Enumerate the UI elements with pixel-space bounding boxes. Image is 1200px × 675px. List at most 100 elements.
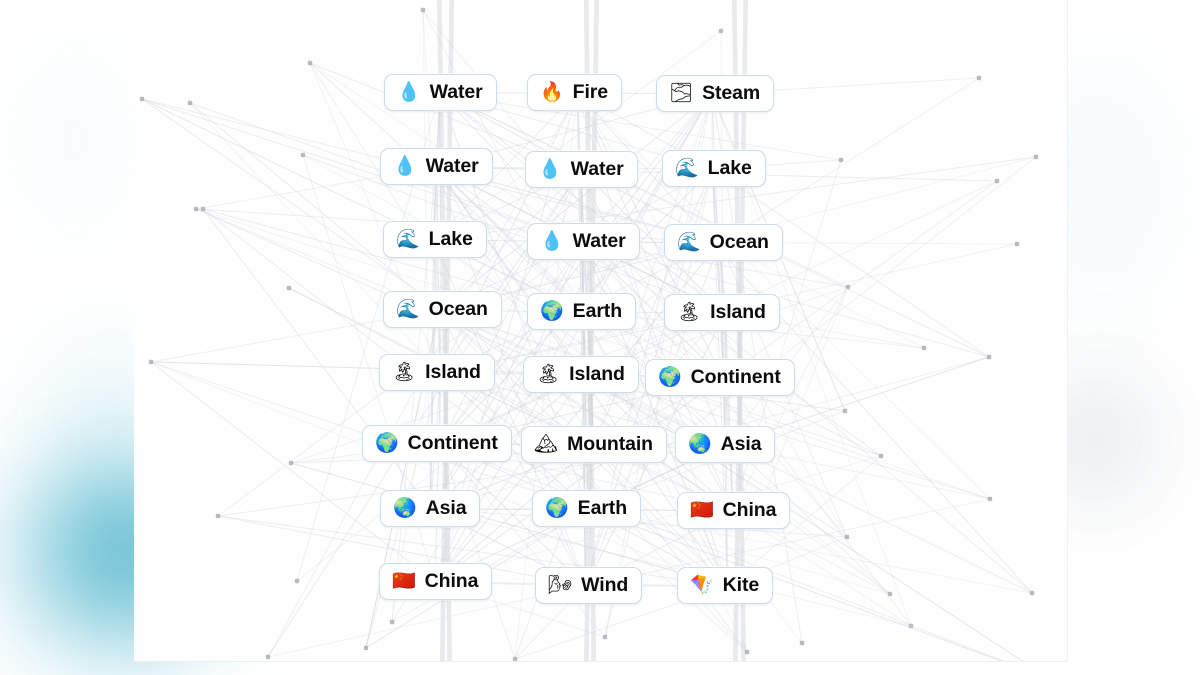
element-card-water-4[interactable]: 💧 Water bbox=[380, 148, 493, 186]
element-card-ocean-10[interactable]: 🌊 Ocean bbox=[383, 291, 502, 329]
island-icon: 🏝 bbox=[392, 361, 417, 383]
graph-scatter-node-8 bbox=[288, 460, 294, 466]
element-card-kite-24[interactable]: 🪁 Kite bbox=[677, 567, 774, 605]
element-card-label: Earth bbox=[577, 497, 628, 519]
graph-scatter-node-24 bbox=[878, 453, 884, 459]
element-card-continent-16[interactable]: 🌍 Continent bbox=[362, 425, 512, 463]
element-card-steam-3[interactable]: 🌫 Steam bbox=[656, 75, 775, 113]
graph-scatter-node-9 bbox=[294, 578, 300, 584]
element-card-earth-20[interactable]: 🌍 Earth bbox=[532, 490, 642, 528]
element-card-china-22[interactable]: 🇨🇳 China bbox=[379, 563, 493, 601]
graph-scatter-node-20 bbox=[842, 408, 848, 414]
graph-canvas[interactable]: 💧 Water 🔥 Fire 🌫 Steam 💧 Water 💧 Water 🌊 Lake 🌊 Lake 💧… bbox=[134, 0, 1068, 662]
fire-icon: 🔥 bbox=[540, 81, 564, 103]
element-card-label: Water bbox=[429, 81, 483, 103]
mountain-icon: 🏔 bbox=[534, 433, 559, 455]
earth-globe-icon: 🌍 bbox=[375, 432, 399, 454]
element-card-label: Steam bbox=[702, 82, 761, 104]
graph-scatter-node-3 bbox=[148, 359, 154, 365]
graph-scatter-node-30 bbox=[987, 496, 993, 502]
wave-icon: 🌊 bbox=[396, 298, 420, 320]
element-card-china-21[interactable]: 🇨🇳 China bbox=[677, 492, 791, 530]
element-card-label: Ocean bbox=[428, 298, 488, 320]
graph-scatter-node-2 bbox=[193, 206, 199, 212]
graph-scatter-node-33 bbox=[1029, 590, 1035, 596]
element-card-label: Earth bbox=[572, 300, 623, 322]
graph-scatter-node-12 bbox=[363, 645, 369, 651]
screenshot-root: 💧 Water 🔥 Fire 🌫 Steam 💧 Water 💧 Water 🌊 Lake 🌊 Lake 💧… bbox=[0, 0, 1200, 675]
element-card-ocean-9[interactable]: 🌊 Ocean bbox=[664, 224, 783, 262]
graph-scatter-node-10 bbox=[300, 152, 306, 158]
graph-scatter-node-19 bbox=[799, 640, 805, 646]
kite-icon: 🪁 bbox=[690, 574, 714, 596]
graph-scatter-node-28 bbox=[976, 75, 982, 81]
element-card-island-14[interactable]: 🏝 Island bbox=[523, 356, 639, 394]
graph-scatter-node-29 bbox=[986, 354, 992, 360]
element-card-label: Fire bbox=[572, 81, 609, 103]
element-card-label: Water bbox=[425, 155, 479, 177]
graph-scatter-node-27 bbox=[921, 345, 927, 351]
water-drop-icon: 💧 bbox=[540, 230, 564, 252]
earth-asia-icon: 🌏 bbox=[688, 433, 712, 455]
element-card-water-1[interactable]: 💧 Water bbox=[384, 74, 497, 112]
element-card-lake-6[interactable]: 🌊 Lake bbox=[662, 150, 766, 188]
graph-scatter-node-13 bbox=[389, 619, 395, 625]
element-card-island-12[interactable]: 🏝 Island bbox=[664, 294, 780, 332]
china-flag-icon: 🇨🇳 bbox=[392, 570, 416, 592]
element-card-label: Continent bbox=[690, 366, 781, 388]
element-card-label: Island bbox=[569, 363, 625, 385]
element-card-label: Asia bbox=[425, 497, 467, 519]
island-icon: 🏝 bbox=[677, 301, 702, 323]
element-card-label: Ocean bbox=[709, 231, 769, 253]
element-card-continent-15[interactable]: 🌍 Continent bbox=[645, 359, 795, 397]
element-card-label: Island bbox=[710, 301, 766, 323]
graph-scatter-node-15 bbox=[512, 656, 518, 661]
graph-scatter-node-17 bbox=[718, 28, 724, 34]
graph-scatter-node-22 bbox=[838, 157, 844, 163]
element-card-label: Water bbox=[570, 158, 624, 180]
element-card-label: Lake bbox=[428, 228, 473, 250]
element-card-label: Water bbox=[572, 230, 626, 252]
element-card-label: Asia bbox=[720, 433, 762, 455]
earth-globe-icon: 🌍 bbox=[658, 366, 682, 388]
element-card-wind-23[interactable]: 🌬 Wind bbox=[535, 567, 643, 605]
graph-scatter-node-32 bbox=[1014, 241, 1020, 247]
graph-scatter-node-1 bbox=[187, 100, 193, 106]
element-card-water-8[interactable]: 💧 Water bbox=[527, 223, 640, 261]
element-card-label: China bbox=[722, 499, 777, 521]
earth-globe-icon: 🌍 bbox=[545, 497, 569, 519]
element-card-asia-19[interactable]: 🌏 Asia bbox=[380, 490, 481, 528]
graph-scatter-node-0 bbox=[139, 96, 145, 102]
graph-scatter-node-4 bbox=[215, 513, 221, 519]
water-drop-icon: 💧 bbox=[538, 158, 562, 180]
element-card-label: China bbox=[424, 570, 479, 592]
element-card-asia-18[interactable]: 🌏 Asia bbox=[675, 426, 776, 464]
graph-scatter-node-34 bbox=[1033, 154, 1039, 160]
graph-scatter-node-6 bbox=[265, 654, 271, 660]
backdrop-glow-left-top bbox=[6, 0, 136, 280]
china-flag-icon: 🇨🇳 bbox=[690, 499, 714, 521]
graph-scatter-node-18 bbox=[744, 649, 750, 655]
wave-icon: 🌊 bbox=[675, 157, 699, 179]
graph-scatter-node-31 bbox=[994, 178, 1000, 184]
wave-icon: 🌊 bbox=[396, 228, 420, 250]
element-card-label: Continent bbox=[407, 432, 498, 454]
earth-asia-icon: 🌏 bbox=[393, 497, 417, 519]
wave-icon: 🌊 bbox=[677, 231, 701, 253]
earth-globe-icon: 🌍 bbox=[540, 300, 564, 322]
element-card-fire-2[interactable]: 🔥 Fire bbox=[527, 74, 623, 112]
element-card-label: Island bbox=[425, 361, 481, 383]
element-card-water-5[interactable]: 💧 Water bbox=[525, 151, 638, 189]
island-icon: 🏝 bbox=[536, 363, 561, 385]
element-card-label: Wind bbox=[581, 574, 629, 596]
water-drop-icon: 💧 bbox=[397, 81, 421, 103]
element-card-mountain-17[interactable]: 🏔 Mountain bbox=[521, 426, 667, 464]
element-card-label: Kite bbox=[722, 574, 760, 596]
graph-scatter-node-16 bbox=[602, 634, 608, 640]
element-card-island-13[interactable]: 🏝 Island bbox=[379, 354, 495, 392]
steam-icon: 🌫 bbox=[669, 82, 694, 104]
element-card-earth-11[interactable]: 🌍 Earth bbox=[527, 293, 637, 331]
graph-scatter-node-14 bbox=[420, 7, 426, 13]
element-card-label: Lake bbox=[707, 157, 752, 179]
element-card-lake-7[interactable]: 🌊 Lake bbox=[383, 221, 487, 259]
